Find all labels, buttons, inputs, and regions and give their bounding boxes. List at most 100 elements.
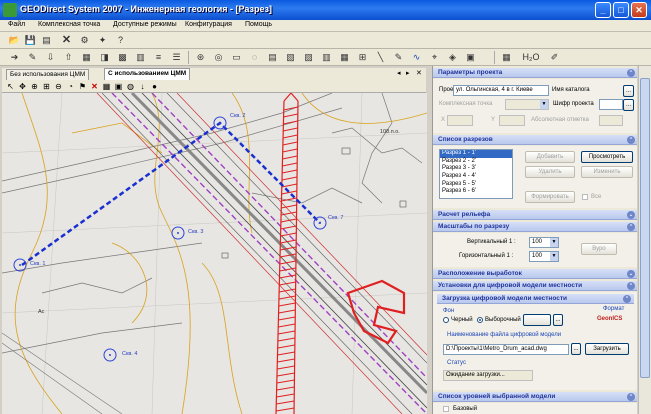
- collapse-icon[interactable]: ⌃: [627, 136, 635, 144]
- tab-with-dtm[interactable]: С использованием ЦММ: [104, 68, 191, 80]
- info-icon[interactable]: ✦: [96, 34, 109, 47]
- well-icon[interactable]: ▥: [320, 51, 333, 64]
- minimize-button[interactable]: _: [595, 2, 611, 18]
- soil-icon[interactable]: ▦: [338, 51, 351, 64]
- y-field[interactable]: [499, 115, 525, 126]
- print-icon[interactable]: ▤: [40, 34, 53, 47]
- expand-icon[interactable]: ⌄: [627, 270, 635, 278]
- x-field[interactable]: [447, 115, 473, 126]
- section-workings-header[interactable]: Расположение выработок ⌄: [433, 269, 637, 279]
- list-item[interactable]: Разрез 6 - 6': [440, 188, 512, 196]
- list-item[interactable]: Разрез 2 - 2': [440, 158, 512, 166]
- point-icon[interactable]: ●: [149, 81, 160, 92]
- contour-icon[interactable]: ◌: [248, 51, 261, 64]
- list-item[interactable]: Разрез 4 - 4': [440, 173, 512, 181]
- section-dtm-header[interactable]: Установки для цифровой модели местности …: [433, 281, 637, 291]
- list-icon[interactable]: ☰: [170, 51, 183, 64]
- delete-section-button[interactable]: Удалить: [525, 166, 575, 178]
- close-button[interactable]: ✕: [631, 2, 647, 18]
- horizontal-scale-select[interactable]: 100 ▼: [529, 251, 559, 262]
- delete-icon[interactable]: ✕: [60, 34, 73, 47]
- tab-next-icon[interactable]: ▸: [406, 69, 410, 77]
- target-icon[interactable]: ◎: [212, 51, 225, 64]
- menu-file[interactable]: Файл: [8, 21, 25, 28]
- color-swatch[interactable]: [523, 314, 551, 326]
- bore-icon[interactable]: ⊞: [356, 51, 369, 64]
- pencil-icon[interactable]: ✎: [26, 51, 39, 64]
- polyline-icon[interactable]: ∿: [410, 51, 423, 64]
- grid-icon[interactable]: ▩: [116, 51, 129, 64]
- color-browse-button[interactable]: ...: [553, 314, 563, 326]
- rotate-icon[interactable]: ◔: [65, 81, 76, 92]
- draw-icon[interactable]: ✎: [392, 51, 405, 64]
- view-section-button[interactable]: Просмотреть: [581, 151, 633, 163]
- frame-icon[interactable]: ▣: [464, 51, 477, 64]
- expand-icon[interactable]: ⌄: [627, 211, 635, 219]
- collapse-icon[interactable]: ⌃: [627, 223, 635, 231]
- section-icon[interactable]: ▧: [284, 51, 297, 64]
- section-dtm-levels-header[interactable]: Список уровней выбранной модели ⌃: [433, 392, 637, 402]
- section-relief-header[interactable]: Расчет рельефа ⌄: [433, 210, 637, 220]
- compass-icon[interactable]: ⊛: [194, 51, 207, 64]
- tab-without-dtm[interactable]: Без использования ЦММ: [6, 69, 90, 80]
- collapse-icon[interactable]: ⌃: [627, 69, 635, 77]
- level-checkbox[interactable]: [443, 406, 449, 412]
- layer-icon[interactable]: ◨: [98, 51, 111, 64]
- select-icon[interactable]: ↖: [5, 81, 16, 92]
- zoom-out-icon[interactable]: ⊖: [53, 81, 64, 92]
- object-icon[interactable]: ◈: [446, 51, 459, 64]
- menu-help[interactable]: Помощь: [245, 21, 272, 28]
- flag-icon[interactable]: ⚑: [77, 81, 88, 92]
- layers-map-icon[interactable]: ◍: [125, 81, 136, 92]
- section-list-header[interactable]: Список разрезов ⌃: [433, 135, 637, 145]
- maximize-button[interactable]: □: [613, 2, 629, 18]
- settings-icon[interactable]: ⚙: [78, 34, 91, 47]
- zoom-icon[interactable]: ⊕: [29, 81, 40, 92]
- scrollbar-thumb[interactable]: [640, 78, 650, 378]
- black-radio[interactable]: [443, 317, 449, 323]
- tab-close-icon[interactable]: ✕: [416, 69, 422, 77]
- sections-listbox[interactable]: Разрез 1 - 1' Разрез 2 - 2' Разрез 3 - 3…: [439, 149, 513, 199]
- lines-icon[interactable]: ≡: [152, 51, 165, 64]
- save-map-icon[interactable]: ▣: [113, 81, 124, 92]
- help-icon[interactable]: ?: [114, 34, 127, 47]
- menu-complex-point[interactable]: Комплексная точка: [38, 21, 100, 28]
- cipher-browse-button[interactable]: ...: [623, 99, 634, 111]
- list-item[interactable]: Разрез 1 - 1': [440, 150, 512, 158]
- line-tool-icon[interactable]: ╲: [374, 51, 387, 64]
- node-icon[interactable]: ⌖: [428, 51, 441, 64]
- catalog-browse-button[interactable]: ...: [623, 85, 634, 97]
- section-scales-header[interactable]: Масштабы по разрезу ⌃: [433, 222, 637, 232]
- profile-icon[interactable]: ▨: [302, 51, 315, 64]
- arrow-icon[interactable]: ➔: [8, 51, 21, 64]
- grid-view-icon[interactable]: ▦: [500, 51, 513, 64]
- zoom-window-icon[interactable]: ⊞: [41, 81, 52, 92]
- all-checkbox[interactable]: [582, 194, 588, 200]
- dtm-load-header[interactable]: Загрузка цифровой модели местности ⌃: [437, 294, 634, 304]
- chart-icon[interactable]: ▥: [134, 51, 147, 64]
- abs-field[interactable]: [599, 115, 623, 126]
- list-item[interactable]: Разрез 5 - 5': [440, 181, 512, 189]
- menu-modes[interactable]: Доступные режимы: [113, 21, 177, 28]
- upload-icon[interactable]: ⇧: [62, 51, 75, 64]
- map-canvas[interactable]: Скв. 2 Скв. 3 Скв. 7 Скв. 1 Скв. 4 108.п…: [2, 93, 427, 414]
- edit-icon[interactable]: ✐: [548, 51, 561, 64]
- file-path-field[interactable]: D:\Проекты\1\Metro_Drum_acad.dwg: [443, 344, 569, 355]
- form-section-button[interactable]: Формировать: [525, 191, 575, 203]
- pan-icon[interactable]: ✥: [17, 81, 28, 92]
- delete-object-icon[interactable]: ✕: [89, 81, 100, 92]
- apply-scale-button[interactable]: Вуро: [581, 243, 617, 255]
- cipher-field[interactable]: [599, 99, 623, 110]
- add-section-button[interactable]: Добавить: [525, 151, 575, 163]
- section-project-params-header[interactable]: Параметры проекта ⌃: [433, 68, 637, 78]
- north-arrow-icon[interactable]: ↓: [137, 81, 148, 92]
- table-icon[interactable]: ▦: [80, 51, 93, 64]
- collapse-icon[interactable]: ⌃: [623, 295, 631, 303]
- collapse-icon[interactable]: ⌃: [627, 282, 635, 290]
- complex-point-select[interactable]: ▼: [505, 99, 549, 110]
- collapse-icon[interactable]: ⌃: [627, 393, 635, 401]
- water-icon[interactable]: H₂O: [522, 51, 540, 64]
- selected-radio[interactable]: [477, 317, 483, 323]
- list-item[interactable]: Разрез 3 - 3': [440, 165, 512, 173]
- ruler-icon[interactable]: ▭: [230, 51, 243, 64]
